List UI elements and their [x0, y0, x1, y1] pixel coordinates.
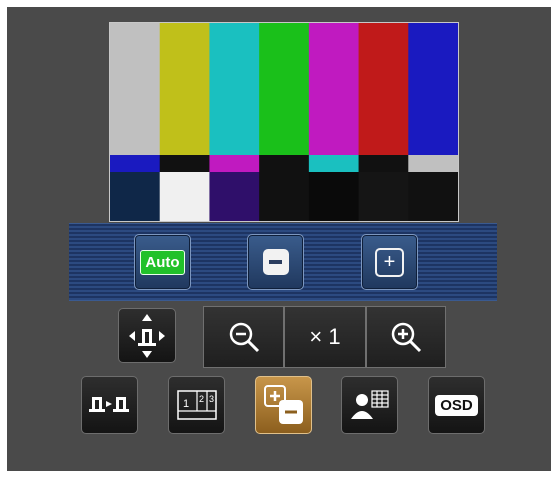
osd-label: OSD — [435, 394, 478, 416]
camera-swap-icon — [88, 397, 129, 412]
camera-switch-button[interactable] — [81, 376, 138, 434]
auto-focus-label: Auto — [140, 249, 185, 275]
auto-focus-button[interactable]: Auto — [134, 234, 191, 290]
plus-minus-icon — [263, 385, 303, 424]
color-bar — [358, 155, 409, 172]
color-bar — [358, 172, 409, 221]
color-bar — [209, 23, 260, 155]
color-bar — [308, 172, 360, 221]
zoom-in-button[interactable] — [366, 306, 446, 368]
color-bar — [408, 155, 458, 172]
user-settings-button[interactable] — [341, 376, 398, 434]
camera-preview — [109, 22, 459, 222]
color-bar — [259, 155, 310, 172]
zoom-control: × 1 — [203, 306, 446, 368]
preset-grid-icon: 1 2 3 — [176, 390, 217, 420]
pan-tilt-arrows-icon — [129, 313, 165, 358]
svg-text:2: 2 — [199, 394, 204, 404]
color-bar — [110, 172, 161, 221]
color-bar — [209, 172, 260, 221]
color-bar — [159, 155, 211, 172]
focus-far-button[interactable]: + — [361, 234, 418, 290]
color-bar — [358, 23, 409, 155]
zoom-level-display: × 1 — [284, 306, 366, 368]
zoom-in-icon — [391, 322, 422, 353]
user-list-icon — [350, 390, 389, 419]
color-bar — [159, 172, 211, 221]
zoom-out-icon — [229, 322, 259, 353]
color-bar — [308, 23, 360, 155]
focus-mode-button[interactable] — [255, 376, 312, 434]
color-bar — [159, 23, 211, 155]
plus-icon: + — [375, 247, 404, 277]
focus-control-bar: Auto + — [69, 223, 497, 301]
svg-text:3: 3 — [209, 394, 214, 404]
color-bars-image — [110, 23, 458, 221]
pan-tilt-button[interactable] — [118, 308, 176, 363]
color-bar — [110, 23, 161, 155]
osd-button[interactable]: OSD — [428, 376, 485, 434]
zoom-level-value: × 1 — [309, 324, 341, 349]
color-bar — [259, 172, 310, 221]
zoom-out-button[interactable] — [203, 306, 284, 368]
focus-near-button[interactable] — [247, 234, 304, 290]
minus-icon — [262, 249, 289, 275]
color-bar — [308, 155, 360, 172]
color-bar — [408, 23, 458, 155]
preset-button[interactable]: 1 2 3 — [168, 376, 225, 434]
color-bar — [408, 172, 458, 221]
color-bar — [209, 155, 260, 172]
svg-text:1: 1 — [183, 398, 189, 410]
color-bar — [110, 155, 161, 172]
color-bar — [259, 23, 310, 155]
